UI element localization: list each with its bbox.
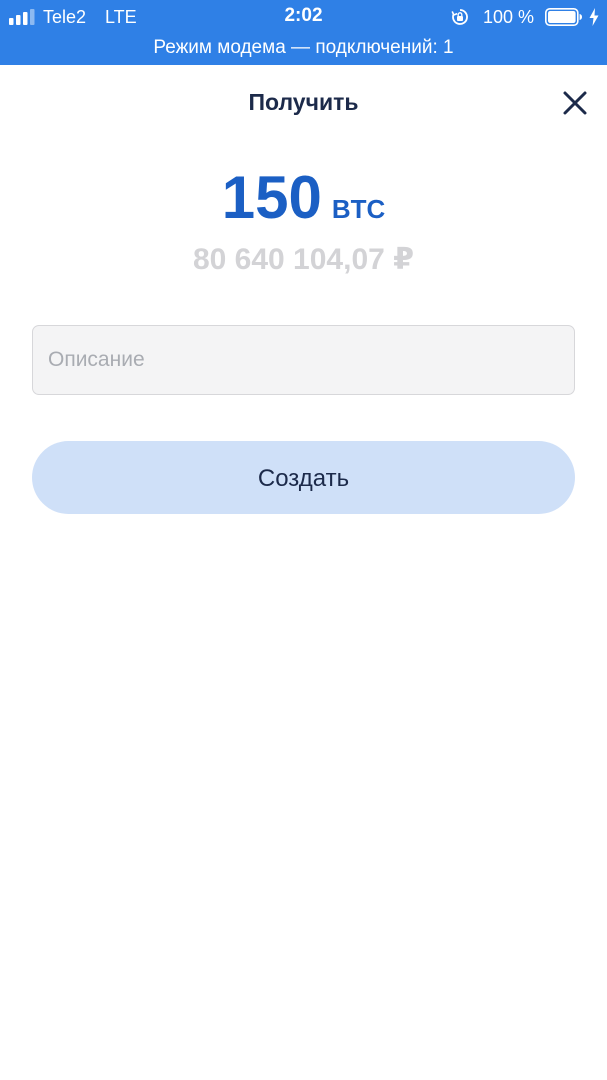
amount-display: 150 BTC <box>0 163 607 249</box>
status-bar: Tele2 LTE 2:02 100 % Режим модема — подк… <box>0 0 607 65</box>
charging-bolt-icon <box>589 8 599 26</box>
close-icon <box>563 91 587 115</box>
battery-icon <box>545 8 582 26</box>
amount-unit: BTC <box>331 194 386 224</box>
hotspot-banner[interactable]: Режим модема — подключений: 1 <box>0 36 607 60</box>
amount-value: 150 <box>221 164 322 231</box>
status-row: Tele2 LTE 2:02 100 % <box>0 0 607 34</box>
page-title: Получить <box>248 89 359 115</box>
receive-screen: Tele2 LTE 2:02 100 % Режим модема — подк… <box>0 0 607 1080</box>
close-button[interactable] <box>556 84 594 122</box>
create-button[interactable]: Создать <box>32 441 575 514</box>
rotation-lock-icon <box>451 9 468 25</box>
fiat-equivalent: 80 640 104,07 ₽ <box>192 243 415 276</box>
description-input[interactable] <box>32 325 575 395</box>
battery-percentage: 100 % <box>483 7 535 27</box>
